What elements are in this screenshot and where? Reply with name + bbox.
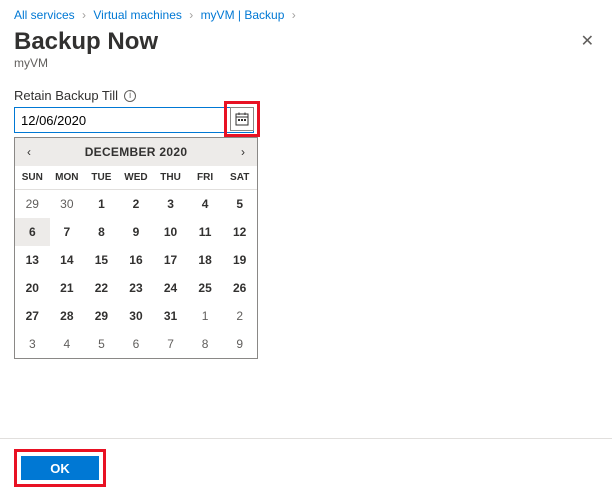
calendar-day[interactable]: 9 <box>222 330 257 358</box>
breadcrumb-link[interactable]: myVM | Backup <box>201 8 285 22</box>
calendar-day[interactable]: 3 <box>153 190 188 219</box>
calendar-day[interactable]: 21 <box>50 274 85 302</box>
calendar-dow: WED <box>119 166 154 190</box>
calendar-day[interactable]: 30 <box>119 302 154 330</box>
chevron-right-icon: › <box>82 8 86 22</box>
calendar-day[interactable]: 1 <box>188 302 223 330</box>
retain-backup-till-input[interactable] <box>14 107 254 133</box>
calendar-day[interactable]: 8 <box>188 330 223 358</box>
calendar-day[interactable]: 28 <box>50 302 85 330</box>
calendar-day[interactable]: 1 <box>84 190 119 219</box>
calendar-header: ‹ DECEMBER 2020 › <box>15 138 257 166</box>
calendar-day[interactable]: 14 <box>50 246 85 274</box>
calendar-day[interactable]: 5 <box>222 190 257 219</box>
calendar-icon <box>235 112 249 126</box>
retain-backup-till-label: Retain Backup Till <box>14 88 118 103</box>
ok-button[interactable]: OK <box>21 456 99 480</box>
calendar-day[interactable]: 18 <box>188 246 223 274</box>
calendar-title: DECEMBER 2020 <box>85 145 188 159</box>
calendar-day[interactable]: 20 <box>15 274 50 302</box>
calendar-day[interactable]: 31 <box>153 302 188 330</box>
calendar-dow: TUE <box>84 166 119 190</box>
calendar-day[interactable]: 3 <box>15 330 50 358</box>
calendar-day[interactable]: 30 <box>50 190 85 219</box>
calendar-day[interactable]: 19 <box>222 246 257 274</box>
date-picker: ‹ DECEMBER 2020 › SUNMONTUEWEDTHUFRISAT … <box>14 137 258 359</box>
footer: OK <box>0 438 612 501</box>
calendar-day[interactable]: 7 <box>153 330 188 358</box>
calendar-day[interactable]: 15 <box>84 246 119 274</box>
calendar-dow: SUN <box>15 166 50 190</box>
calendar-dow: MON <box>50 166 85 190</box>
calendar-day[interactable]: 29 <box>15 190 50 219</box>
calendar-day[interactable]: 5 <box>84 330 119 358</box>
calendar-dow: SAT <box>222 166 257 190</box>
calendar-day[interactable]: 8 <box>84 218 119 246</box>
highlight-box: OK <box>14 449 106 487</box>
calendar-day[interactable]: 4 <box>50 330 85 358</box>
calendar-day[interactable]: 4 <box>188 190 223 219</box>
calendar-next-button[interactable]: › <box>233 145 253 159</box>
info-icon[interactable]: i <box>124 90 136 102</box>
chevron-right-icon: › <box>189 8 193 22</box>
breadcrumb-link[interactable]: All services <box>14 8 75 22</box>
calendar-day[interactable]: 17 <box>153 246 188 274</box>
calendar-day[interactable]: 22 <box>84 274 119 302</box>
calendar-day[interactable]: 2 <box>119 190 154 219</box>
calendar-day[interactable]: 12 <box>222 218 257 246</box>
calendar-day[interactable]: 11 <box>188 218 223 246</box>
calendar-day[interactable]: 13 <box>15 246 50 274</box>
calendar-day[interactable]: 27 <box>15 302 50 330</box>
calendar-dow: FRI <box>188 166 223 190</box>
calendar-day[interactable]: 7 <box>50 218 85 246</box>
calendar-day[interactable]: 6 <box>15 218 50 246</box>
calendar-day[interactable]: 2 <box>222 302 257 330</box>
calendar-button[interactable] <box>230 107 254 131</box>
calendar-dow: THU <box>153 166 188 190</box>
calendar-day[interactable]: 24 <box>153 274 188 302</box>
calendar-day[interactable]: 23 <box>119 274 154 302</box>
calendar-day[interactable]: 10 <box>153 218 188 246</box>
highlight-box <box>224 101 260 137</box>
calendar-day[interactable]: 26 <box>222 274 257 302</box>
calendar-day[interactable]: 6 <box>119 330 154 358</box>
calendar-prev-button[interactable]: ‹ <box>19 145 39 159</box>
calendar-day[interactable]: 25 <box>188 274 223 302</box>
breadcrumb: All services › Virtual machines › myVM |… <box>0 0 612 26</box>
chevron-right-icon: › <box>292 8 296 22</box>
calendar-day[interactable]: 29 <box>84 302 119 330</box>
close-icon[interactable]: ✕ <box>577 27 598 55</box>
page-title: Backup Now <box>14 28 158 56</box>
calendar-grid: SUNMONTUEWEDTHUFRISAT 293012345678910111… <box>15 166 257 358</box>
page-subtitle: myVM <box>0 56 612 88</box>
calendar-day[interactable]: 9 <box>119 218 154 246</box>
breadcrumb-link[interactable]: Virtual machines <box>93 8 182 22</box>
calendar-day[interactable]: 16 <box>119 246 154 274</box>
